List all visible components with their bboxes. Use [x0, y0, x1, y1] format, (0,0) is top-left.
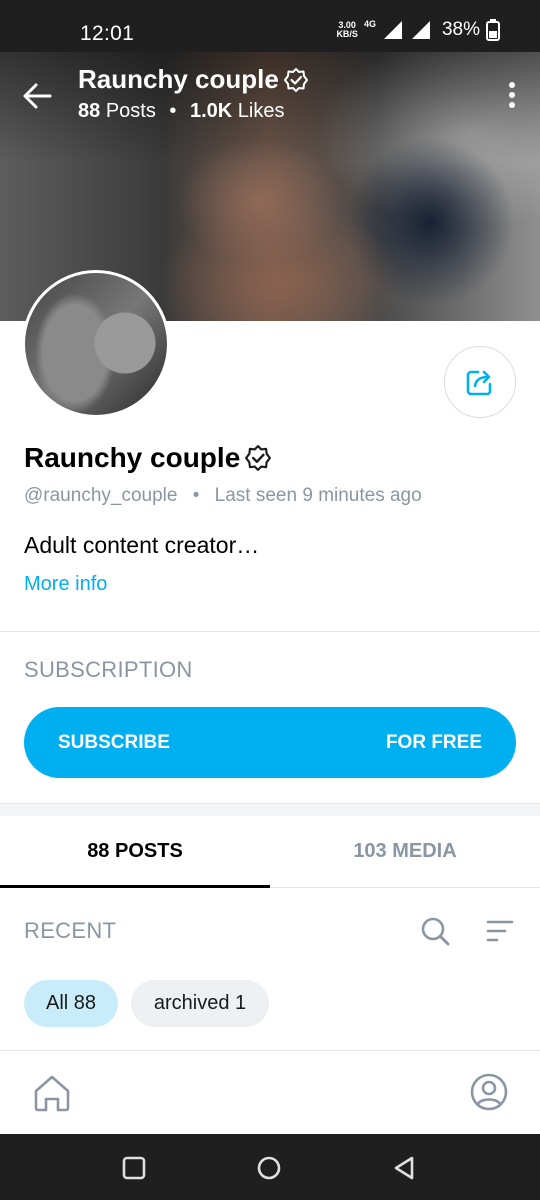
posts-count: 88: [78, 100, 101, 122]
bottom-nav: [0, 1050, 540, 1134]
more-vertical-icon: [509, 82, 515, 108]
subscribe-button-label: SUBSCRIBE: [58, 731, 170, 753]
search-icon: [421, 917, 450, 946]
header-title: Raunchy couple: [78, 64, 309, 95]
handle-separator: •: [192, 485, 200, 506]
share-button[interactable]: [444, 346, 516, 418]
more-options-button[interactable]: [506, 80, 518, 110]
tab-media[interactable]: 103 MEDIA: [270, 816, 540, 887]
sort-icon: [486, 920, 514, 942]
subscribe-button[interactable]: SUBSCRIBE FOR FREE: [24, 707, 516, 778]
profile-bio: Adult content creator…: [24, 532, 260, 558]
header-stats: 88 Posts • 1.0K Likes: [78, 100, 285, 123]
tab-posts[interactable]: 88 POSTS: [0, 816, 270, 888]
back-button[interactable]: [20, 78, 56, 114]
divider: [0, 631, 540, 632]
battery-icon: [486, 19, 500, 41]
verified-badge-icon: [283, 67, 308, 92]
home-icon: [34, 1075, 70, 1112]
network-type: 4G: [363, 19, 376, 29]
net-speed-unit: KB/S: [336, 29, 358, 39]
system-back-button[interactable]: [390, 1154, 418, 1182]
recents-button[interactable]: [120, 1154, 148, 1182]
filter-chip-all[interactable]: All 88: [24, 980, 118, 1027]
sort-button[interactable]: [484, 916, 516, 946]
top-bar: Raunchy couple 88 Posts • 1.0K Likes: [0, 52, 540, 142]
status-time: 12:01: [80, 22, 135, 45]
home-nav-button[interactable]: [30, 1071, 74, 1115]
system-nav-bar: [0, 1134, 540, 1200]
profile-nav-button[interactable]: [468, 1071, 510, 1113]
share-icon: [466, 370, 492, 396]
recents-icon: [122, 1156, 146, 1180]
more-info-link[interactable]: More info: [24, 573, 107, 596]
net-speed: 3.00 KB/S: [336, 21, 358, 39]
circle-home-icon: [257, 1156, 281, 1180]
search-button[interactable]: [418, 914, 452, 948]
posts-label: Posts: [105, 100, 156, 122]
likes-count: 1.0K: [189, 100, 233, 122]
profile-name: Raunchy couple: [24, 442, 272, 474]
likes-label: Likes: [237, 100, 285, 122]
subscribe-price-label: FOR FREE: [385, 731, 482, 753]
battery-percent: 38%: [441, 19, 480, 40]
arrow-left-icon: [23, 83, 52, 109]
last-seen: Last seen 9 minutes ago: [214, 485, 422, 506]
profile-icon: [470, 1073, 508, 1111]
profile-handle: @raunchy_couple: [24, 485, 178, 506]
cell-signal-2-icon: [411, 21, 430, 39]
header-title-text: Raunchy couple: [78, 64, 279, 94]
system-home-button[interactable]: [255, 1154, 283, 1182]
handle-row: @raunchy_couple • Last seen 9 minutes ag…: [24, 485, 422, 507]
verified-badge-icon: [245, 445, 272, 471]
stats-separator: •: [169, 100, 177, 122]
status-bar: 12:01 3.00 KB/S 4G 38%: [0, 0, 540, 52]
section-gap: [0, 803, 540, 816]
subscription-label: SUBSCRIPTION: [24, 657, 193, 682]
recent-label: RECENT: [24, 918, 117, 943]
status-icons: 3.00 KB/S 4G 38%: [336, 19, 500, 41]
triangle-back-icon: [394, 1156, 414, 1180]
profile-name-text: Raunchy couple: [24, 442, 241, 473]
avatar[interactable]: [22, 270, 170, 418]
cell-signal-icon: [383, 21, 402, 39]
filter-chip-archived[interactable]: archived 1: [131, 980, 269, 1027]
content-tabs: 88 POSTS 103 MEDIA: [0, 816, 540, 888]
